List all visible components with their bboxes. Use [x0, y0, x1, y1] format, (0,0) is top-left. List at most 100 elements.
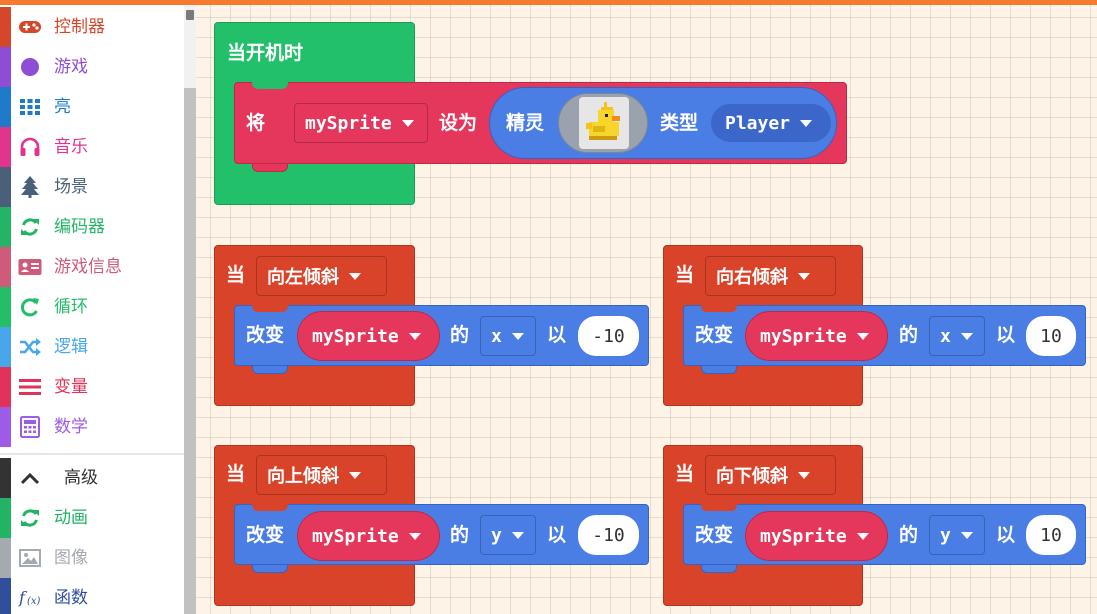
kind-label: 类型: [660, 112, 699, 134]
toolbox-item-math[interactable]: 数学: [0, 407, 184, 447]
by-label: 以: [996, 324, 1016, 346]
toolbox-item-game-info[interactable]: 游戏信息: [0, 247, 184, 287]
variable-pill[interactable]: mySprite: [745, 511, 888, 561]
category-stripe: [0, 7, 11, 47]
id-card-icon: [18, 256, 42, 278]
category-stripe: [0, 167, 11, 207]
number-input[interactable]: -10: [578, 515, 639, 555]
toolbox-item-label: 音乐: [54, 137, 88, 157]
change-label: 改变: [695, 524, 734, 546]
block-notch: [252, 565, 288, 573]
toolbox-item-image[interactable]: 图像: [0, 538, 184, 578]
shuffle-icon: [18, 336, 42, 358]
chevron-down-icon: [401, 119, 414, 127]
number-input[interactable]: 10: [1026, 515, 1076, 555]
chevron-down-icon: [856, 332, 869, 340]
of-label: 的: [450, 324, 470, 346]
toolbox: 控制器 游戏 亮 音乐 场景 编码器 游戏信息 循环 逻辑 变量 数学 高级 动…: [0, 5, 184, 614]
chevron-down-icon: [408, 532, 421, 540]
gesture-dropdown[interactable]: 向下倾斜: [705, 455, 836, 495]
number-input[interactable]: -10: [578, 316, 639, 356]
toolbox-item-label: 动画: [54, 508, 88, 528]
block-notch: [701, 304, 737, 312]
variable-pill-value: mySprite: [760, 525, 847, 547]
variable-pill[interactable]: mySprite: [297, 311, 440, 361]
loop-icon: [18, 296, 42, 318]
calculator-icon: [18, 416, 42, 438]
toolbox-item-logic[interactable]: 逻辑: [0, 327, 184, 367]
category-stripe: [0, 87, 11, 127]
toolbox-item-label: 图像: [54, 548, 88, 568]
toolbox-item-loops[interactable]: 循环: [0, 287, 184, 327]
toolbox-item-game[interactable]: 游戏: [0, 47, 184, 87]
category-stripe: [0, 498, 11, 538]
toolbox-item-encoder[interactable]: 编码器: [0, 207, 184, 247]
toolbox-scrollbar-thumb[interactable]: [184, 88, 196, 614]
property-value: y: [940, 524, 951, 546]
workspace-scroll-marker[interactable]: [186, 10, 194, 20]
variable-pill[interactable]: mySprite: [745, 311, 888, 361]
chevron-up-icon: [18, 467, 42, 489]
property-dropdown[interactable]: x: [929, 316, 985, 356]
gesture-dropdown[interactable]: 向左倾斜: [256, 256, 387, 296]
block-notch: [701, 366, 737, 374]
property-dropdown[interactable]: y: [480, 515, 536, 555]
property-dropdown[interactable]: x: [480, 316, 536, 356]
svg-text:(x): (x): [27, 596, 41, 607]
toolbox-item-label: 循环: [54, 297, 88, 317]
gesture-dropdown[interactable]: 向右倾斜: [705, 256, 836, 296]
property-dropdown[interactable]: y: [929, 515, 985, 555]
image-icon: [18, 547, 42, 569]
category-stripe: [0, 247, 11, 287]
toolbox-item-label: 游戏: [54, 57, 88, 77]
variable-pill[interactable]: mySprite: [297, 511, 440, 561]
refresh-icon: [18, 507, 42, 529]
chevron-down-icon: [960, 531, 973, 539]
toolbox-item-light[interactable]: 亮: [0, 87, 184, 127]
toolbox-item-animation[interactable]: 动画: [0, 498, 184, 538]
on-start-label: 当开机时: [227, 42, 304, 64]
toolbox-item-label: 变量: [54, 377, 88, 397]
list-icon: [18, 376, 42, 398]
of-label: 的: [899, 324, 919, 346]
number-input[interactable]: 10: [1026, 316, 1076, 356]
category-stripe: [0, 327, 11, 367]
category-stripe: [0, 47, 11, 87]
chevron-down-icon: [511, 332, 524, 340]
by-label: 以: [996, 524, 1016, 546]
chevron-down-icon: [349, 272, 361, 280]
function-icon: f (x): [18, 587, 42, 609]
of-label: 的: [450, 524, 470, 546]
category-stripe: [0, 287, 11, 327]
variable-dropdown-value: mySprite: [305, 112, 392, 134]
chevron-down-icon: [798, 471, 810, 479]
change-label: 改变: [695, 324, 734, 346]
toolbox-divider: [0, 453, 184, 455]
toolbox-item-functions[interactable]: f (x) 函数: [0, 578, 184, 614]
toolbox-item-label: 编码器: [54, 217, 105, 237]
duck-sprite-icon: [579, 97, 629, 149]
when-label: 当: [675, 264, 695, 286]
refresh-icon: [18, 216, 42, 238]
tree-icon: [18, 176, 42, 198]
toolbox-item-scene[interactable]: 场景: [0, 167, 184, 207]
sprite-kind-dropdown[interactable]: Player: [711, 104, 831, 142]
category-stripe: [0, 127, 11, 167]
toolbox-item-music[interactable]: 音乐: [0, 127, 184, 167]
block-notch: [252, 366, 288, 374]
toolbox-item-label: 亮: [54, 97, 71, 117]
variable-pill-value: mySprite: [312, 525, 399, 547]
category-stripe: [0, 458, 11, 498]
gesture-dropdown[interactable]: 向上倾斜: [256, 455, 387, 495]
category-stripe: [0, 538, 11, 578]
toolbox-item-controller[interactable]: 控制器: [0, 7, 184, 47]
block-notch: [701, 503, 737, 511]
blocks-workspace[interactable]: 当开机时 将 mySprite 设为 精灵 类型 Player 当 向左倾斜 改…: [196, 5, 1097, 614]
property-value: x: [940, 325, 951, 347]
sprite-kind-value: Player: [725, 112, 791, 134]
category-stripe: [0, 367, 11, 407]
toolbox-item-advanced[interactable]: 高级: [0, 458, 184, 498]
toolbox-item-variables[interactable]: 变量: [0, 367, 184, 407]
when-label: 当: [226, 463, 246, 485]
variable-dropdown[interactable]: mySprite: [294, 103, 428, 143]
